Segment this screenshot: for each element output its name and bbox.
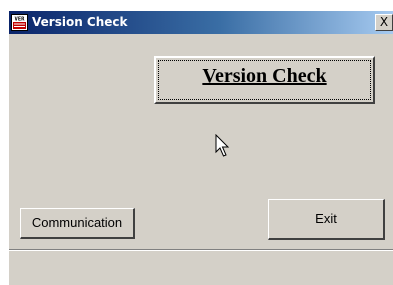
title-bar[interactable]: VER Version Check X bbox=[9, 11, 393, 34]
ver-document-icon: VER bbox=[11, 14, 28, 31]
version-check-window: VER Version Check X Version Check Commun… bbox=[9, 11, 393, 285]
status-bar bbox=[9, 249, 393, 285]
close-button[interactable]: X bbox=[375, 14, 393, 31]
window-title: Version Check bbox=[32, 15, 128, 29]
icon-label: VER bbox=[15, 17, 26, 23]
version-check-button[interactable]: Version Check bbox=[154, 56, 375, 104]
exit-button[interactable]: Exit bbox=[268, 199, 385, 240]
close-icon: X bbox=[379, 15, 389, 29]
mouse-pointer-icon bbox=[215, 134, 230, 157]
version-check-label: Version Check bbox=[202, 65, 327, 87]
communication-button[interactable]: Communication bbox=[20, 208, 135, 239]
